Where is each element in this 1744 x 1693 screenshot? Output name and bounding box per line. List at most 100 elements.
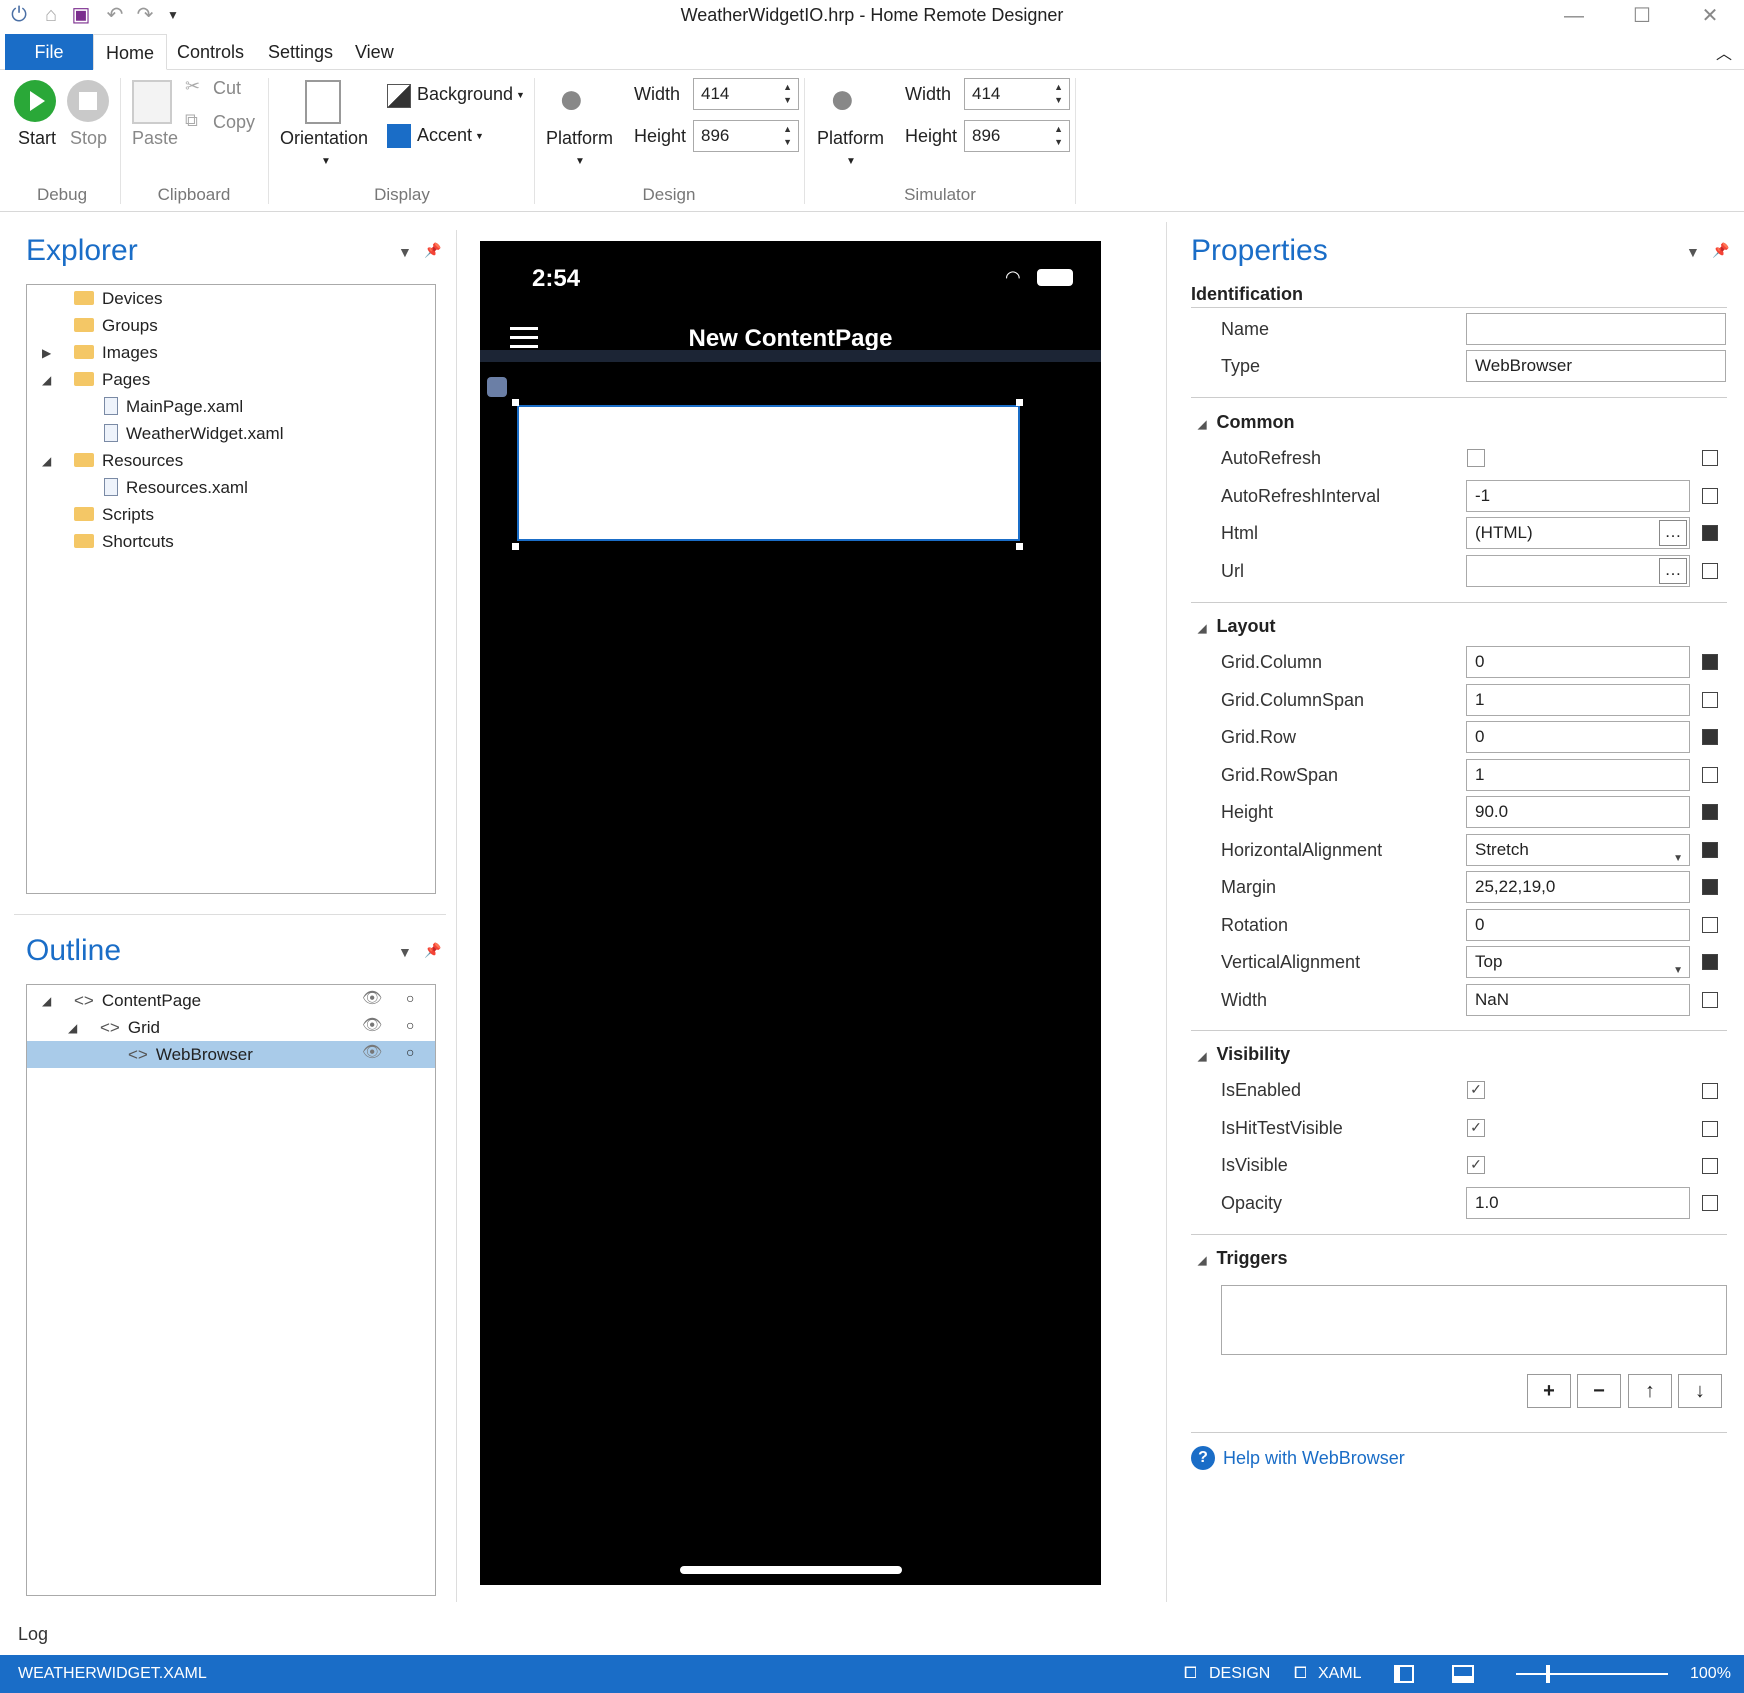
design-view-icon[interactable]: ⧠ [1184, 1655, 1197, 1693]
collapse-ribbon-icon[interactable]: ︿ [1716, 40, 1732, 64]
eye-icon[interactable]: 👁 [362, 988, 382, 1008]
explorer-pin-icon[interactable]: 📌 [424, 242, 441, 259]
margin-input[interactable]: 25,22,19,0 [1466, 871, 1690, 903]
design-view-button[interactable]: DESIGN [1209, 1655, 1270, 1693]
collapse-icon[interactable]: ◢ [42, 373, 51, 387]
grid-rowspan-input[interactable]: 1 [1466, 759, 1690, 791]
autorefreshinterval-input[interactable]: -1 [1466, 480, 1690, 512]
isvisible-checkbox[interactable]: ✓ [1467, 1156, 1485, 1174]
binding-marker[interactable] [1702, 842, 1718, 858]
binding-marker[interactable] [1702, 1195, 1718, 1211]
spin-arrows-icon[interactable]: ▲ ▼ [783, 123, 792, 149]
binding-marker[interactable] [1702, 954, 1718, 970]
tree-item-images[interactable]: Images [74, 340, 158, 366]
isenabled-checkbox[interactable]: ✓ [1467, 1081, 1485, 1099]
tree-item-resources[interactable]: Resources [74, 448, 183, 474]
tree-item-devices[interactable]: Devices [74, 286, 162, 312]
eye-icon[interactable]: 👁 [362, 1042, 382, 1062]
orientation-button[interactable]: Orientation [280, 128, 368, 149]
ishittestvisible-checkbox[interactable]: ✓ [1467, 1119, 1485, 1137]
close-button[interactable]: ✕ [1688, 2, 1732, 30]
binding-marker[interactable] [1702, 879, 1718, 895]
triggers-list[interactable] [1221, 1285, 1727, 1355]
tree-item-resources-xaml[interactable]: Resources.xaml [104, 475, 248, 501]
binding-marker[interactable] [1702, 1083, 1718, 1099]
accent-dropdown-icon[interactable]: ▼ [475, 131, 484, 141]
spin-arrows-icon[interactable]: ▲ ▼ [1054, 123, 1063, 149]
horizontalalignment-select[interactable]: Stretch ▼ [1466, 834, 1690, 866]
webbrowser-control[interactable] [517, 405, 1020, 541]
binding-marker[interactable] [1702, 488, 1718, 504]
tab-settings[interactable]: Settings [256, 34, 345, 70]
url-editor-button[interactable]: … [1659, 558, 1687, 584]
split-vertical-icon[interactable] [1394, 1665, 1414, 1683]
resize-handle[interactable] [1016, 399, 1023, 406]
split-horizontal-icon[interactable] [1452, 1665, 1474, 1683]
autorefresh-checkbox[interactable] [1467, 449, 1485, 467]
tab-file[interactable]: File [5, 34, 93, 70]
apple-icon[interactable]: ● [829, 74, 856, 124]
properties-menu-icon[interactable]: ▼ [1686, 244, 1700, 260]
properties-pin-icon[interactable]: 📌 [1712, 242, 1729, 259]
add-trigger-button[interactable]: + [1527, 1374, 1571, 1408]
html-input[interactable]: (HTML)… [1466, 517, 1690, 549]
binding-marker[interactable] [1702, 729, 1718, 745]
help-link[interactable]: Help with WebBrowser [1223, 1448, 1405, 1469]
xaml-view-icon[interactable]: ⧠ [1294, 1655, 1307, 1693]
background-button[interactable]: Background [417, 84, 513, 105]
binding-marker[interactable] [1702, 654, 1718, 670]
grid-column-input[interactable]: 0 [1466, 646, 1690, 678]
zoom-slider-thumb[interactable] [1546, 1665, 1550, 1683]
collapse-icon[interactable]: ◢ [42, 994, 51, 1008]
binding-marker[interactable] [1702, 804, 1718, 820]
simulator-platform-button[interactable]: Platform [817, 128, 884, 149]
outline-pin-icon[interactable]: 📌 [424, 942, 441, 959]
outline-item-webbrowser[interactable]: <> WebBrowser [128, 1042, 253, 1068]
accent-swatch-icon[interactable] [387, 124, 411, 148]
start-button[interactable]: Start [18, 128, 56, 149]
binding-marker[interactable] [1702, 1158, 1718, 1174]
spin-arrows-icon[interactable]: ▲ ▼ [783, 81, 792, 107]
expand-icon[interactable]: ▶ [42, 346, 51, 360]
design-width-input[interactable]: 414 ▲ ▼ [693, 78, 799, 110]
design-canvas[interactable]: 2:54 ◠ New ContentPage [480, 241, 1101, 1585]
copy-button[interactable]: Copy [213, 112, 255, 133]
binding-marker[interactable] [1702, 692, 1718, 708]
height-input[interactable]: 90.0 [1466, 796, 1690, 828]
tab-view[interactable]: View [343, 34, 406, 70]
grid-columnspan-input[interactable]: 1 [1466, 684, 1690, 716]
lock-dot-icon[interactable]: ○ [406, 1044, 414, 1060]
platform-button[interactable]: Platform [546, 128, 613, 149]
verticalalignment-select[interactable]: Top ▼ [1466, 946, 1690, 978]
design-height-input[interactable]: 896 ▲ ▼ [693, 120, 799, 152]
tab-controls[interactable]: Controls [165, 34, 256, 70]
apple-icon[interactable]: ● [558, 74, 585, 124]
binding-marker[interactable] [1702, 1121, 1718, 1137]
binding-marker[interactable] [1702, 450, 1718, 466]
explorer-menu-icon[interactable]: ▼ [398, 244, 412, 260]
binding-marker[interactable] [1702, 992, 1718, 1008]
tree-item-weatherwidget[interactable]: WeatherWidget.xaml [104, 421, 283, 447]
url-input[interactable]: … [1466, 555, 1690, 587]
stop-button[interactable]: Stop [70, 128, 107, 149]
background-dropdown-icon[interactable]: ▼ [516, 90, 525, 100]
outline-item-grid[interactable]: <> Grid [100, 1015, 160, 1041]
tree-item-scripts[interactable]: Scripts [74, 502, 154, 528]
visibility-section-header[interactable]: ◢ Visibility [1198, 1044, 1290, 1065]
paste-icon[interactable] [132, 80, 172, 124]
grid-adorner-icon[interactable] [487, 377, 507, 397]
background-swatch-icon[interactable] [387, 84, 411, 108]
lock-dot-icon[interactable]: ○ [406, 990, 414, 1006]
remove-trigger-button[interactable]: − [1577, 1374, 1621, 1408]
help-icon[interactable]: ? [1191, 1446, 1215, 1470]
minimize-button[interactable]: — [1552, 2, 1596, 30]
triggers-section-header[interactable]: ◢ Triggers [1198, 1248, 1288, 1269]
simulator-platform-dropdown-icon[interactable]: ▼ [846, 156, 856, 167]
grid-row-input[interactable]: 0 [1466, 721, 1690, 753]
xaml-view-button[interactable]: XAML [1318, 1655, 1362, 1693]
tree-item-groups[interactable]: Groups [74, 313, 158, 339]
outline-menu-icon[interactable]: ▼ [398, 944, 412, 960]
stop-icon[interactable] [67, 80, 109, 122]
cut-button[interactable]: Cut [213, 78, 241, 99]
layout-section-header[interactable]: ◢ Layout [1198, 616, 1275, 637]
